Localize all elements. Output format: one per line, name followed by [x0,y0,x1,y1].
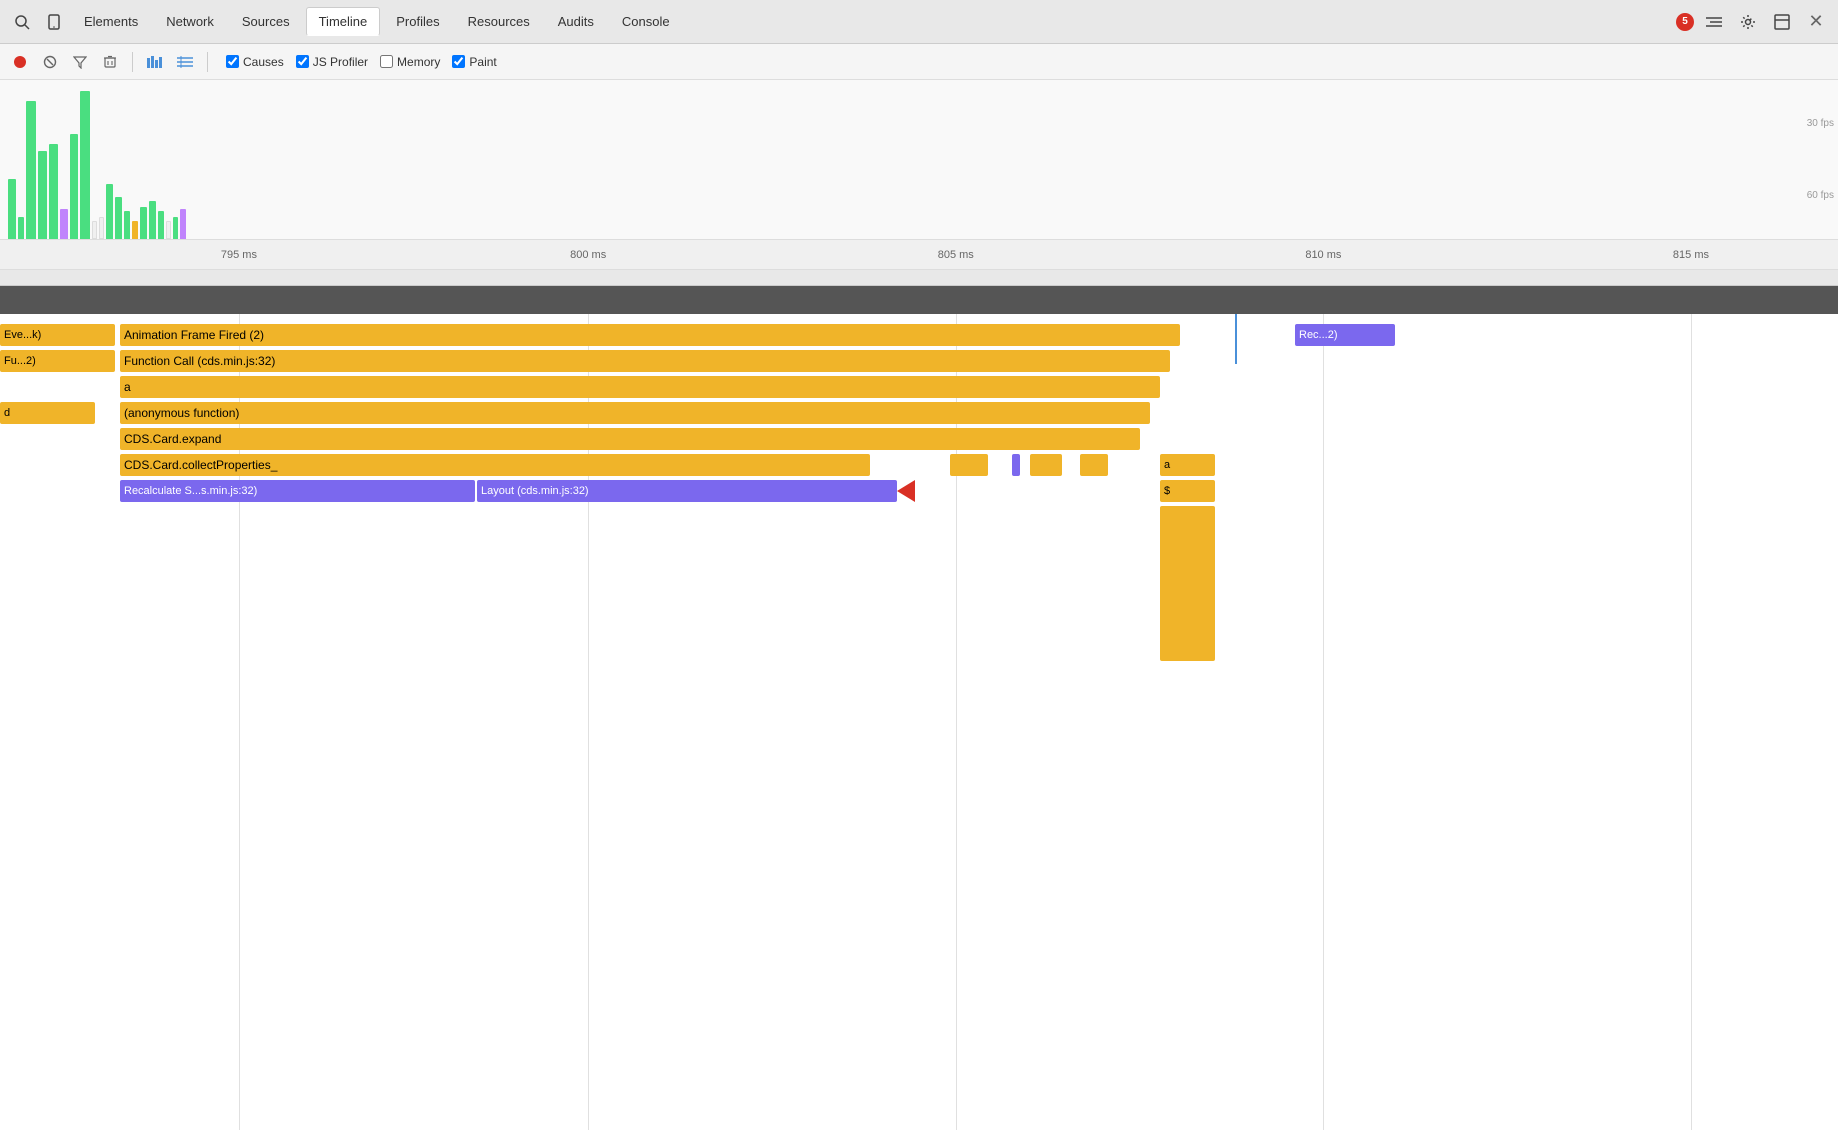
cds-card-collect-block[interactable]: CDS.Card.collectProperties_ [120,454,870,476]
a-block[interactable]: a [120,376,1160,398]
dollar-right-block[interactable]: $ [1160,480,1215,502]
fps-bar [132,221,138,239]
eve-k-block[interactable]: Eve...k) [0,324,115,346]
fps-bar [70,134,78,239]
function-call-block[interactable]: Function Call (cds.min.js:32) [120,350,1170,372]
fps-30-label: 30 fps [1807,118,1834,129]
paint-checkbox-label[interactable]: Paint [452,55,496,69]
filter-button[interactable] [68,50,92,74]
cds-card-expand-block[interactable]: CDS.Card.expand [120,428,1140,450]
tab-console[interactable]: Console [610,8,682,35]
fps-bar [115,197,122,239]
fps-bar [60,209,68,239]
tab-profiles[interactable]: Profiles [384,8,451,35]
a-right-block[interactable]: a [1160,454,1215,476]
time-815: 815 ms [1673,249,1709,261]
divider-2 [207,52,208,72]
close-icon[interactable]: ✕ [1802,8,1830,36]
small-yellow-c[interactable] [1080,454,1108,476]
fps-bar [18,217,24,239]
causes-checkbox-label[interactable]: Causes [226,55,284,69]
clear-button[interactable] [38,50,62,74]
js-profiler-checkbox-label[interactable]: JS Profiler [296,55,368,69]
delete-button[interactable] [98,50,122,74]
record-button[interactable] [8,50,32,74]
d-block[interactable]: d [0,402,95,424]
fps-labels: 30 fps 60 fps [1807,80,1834,239]
grid-line-5 [1691,314,1692,1130]
memory-checkbox-label[interactable]: Memory [380,55,440,69]
paint-label: Paint [469,55,496,69]
fps-bar [26,101,36,239]
tab-sources[interactable]: Sources [230,8,302,35]
tab-resources[interactable]: Resources [456,8,542,35]
time-800: 800 ms [570,249,606,261]
devtools-nav: Elements Network Sources Timeline Profil… [0,0,1838,44]
fps-bar [49,144,58,239]
timeline-main[interactable]: Eve...k) Animation Frame Fired (2) Rec..… [0,314,1838,1130]
flamechart-button[interactable] [143,50,167,74]
tall-yellow-block[interactable] [1160,506,1215,661]
small-yellow-a[interactable] [950,454,988,476]
causes-checkbox[interactable] [226,55,239,68]
memory-label: Memory [397,55,440,69]
fps-bar [92,221,97,239]
small-yellow-b[interactable] [1030,454,1062,476]
js-profiler-label: JS Profiler [313,55,368,69]
js-profiler-checkbox[interactable] [296,55,309,68]
error-count-badge: 5 [1676,13,1694,31]
memory-checkbox[interactable] [380,55,393,68]
grid-line-4 [1323,314,1324,1130]
fps-bar [149,201,156,239]
timeline-overview[interactable]: 30 fps 60 fps 795 ms 800 ms 805 ms 810 m… [0,80,1838,270]
console-drawer-icon[interactable] [1700,8,1728,36]
blue-marker-1 [1235,314,1237,364]
fps-bar [80,91,90,239]
dock-icon[interactable] [1768,8,1796,36]
time-795: 795 ms [221,249,257,261]
layout-block[interactable]: Layout (cds.min.js:32) [477,480,897,502]
checkbox-group: Causes JS Profiler Memory Paint [226,55,497,69]
fps-bar [8,179,16,239]
fps-bar [180,209,186,239]
fu-2-block[interactable]: Fu...2) [0,350,115,372]
fps-bar [173,217,178,239]
search-icon[interactable] [8,8,36,36]
timeline-scrollbar[interactable] [0,270,1838,286]
tab-elements[interactable]: Elements [72,8,150,35]
small-purple-a[interactable] [1012,454,1020,476]
causes-label: Causes [243,55,284,69]
recalculate-block[interactable]: Recalculate S...s.min.js:32) [120,480,475,502]
fps-bar [158,211,164,239]
time-810: 810 ms [1305,249,1341,261]
listview-button[interactable] [173,50,197,74]
timeline-section-header [0,286,1838,314]
anon-block[interactable]: (anonymous function) [120,402,1150,424]
time-ruler: 795 ms 800 ms 805 ms 810 ms 815 ms [0,239,1838,269]
tab-audits[interactable]: Audits [546,8,606,35]
device-icon[interactable] [40,8,68,36]
fps-bar [140,207,147,239]
animation-frame-block[interactable]: Animation Frame Fired (2) [120,324,1180,346]
fps-bar [99,217,104,239]
fps-bar [166,221,171,239]
time-805: 805 ms [938,249,974,261]
fps-bar [106,184,113,239]
layout-warning-triangle [897,480,915,502]
paint-checkbox[interactable] [452,55,465,68]
divider-1 [132,52,133,72]
fps-60-label: 60 fps [1807,190,1834,201]
settings-icon[interactable] [1734,8,1762,36]
rec-2-block[interactable]: Rec...2) [1295,324,1395,346]
fps-bar [38,151,47,239]
tab-timeline[interactable]: Timeline [306,7,381,36]
tab-network[interactable]: Network [154,8,226,35]
fps-bar [124,211,130,239]
timeline-toolbar: Causes JS Profiler Memory Paint [0,44,1838,80]
